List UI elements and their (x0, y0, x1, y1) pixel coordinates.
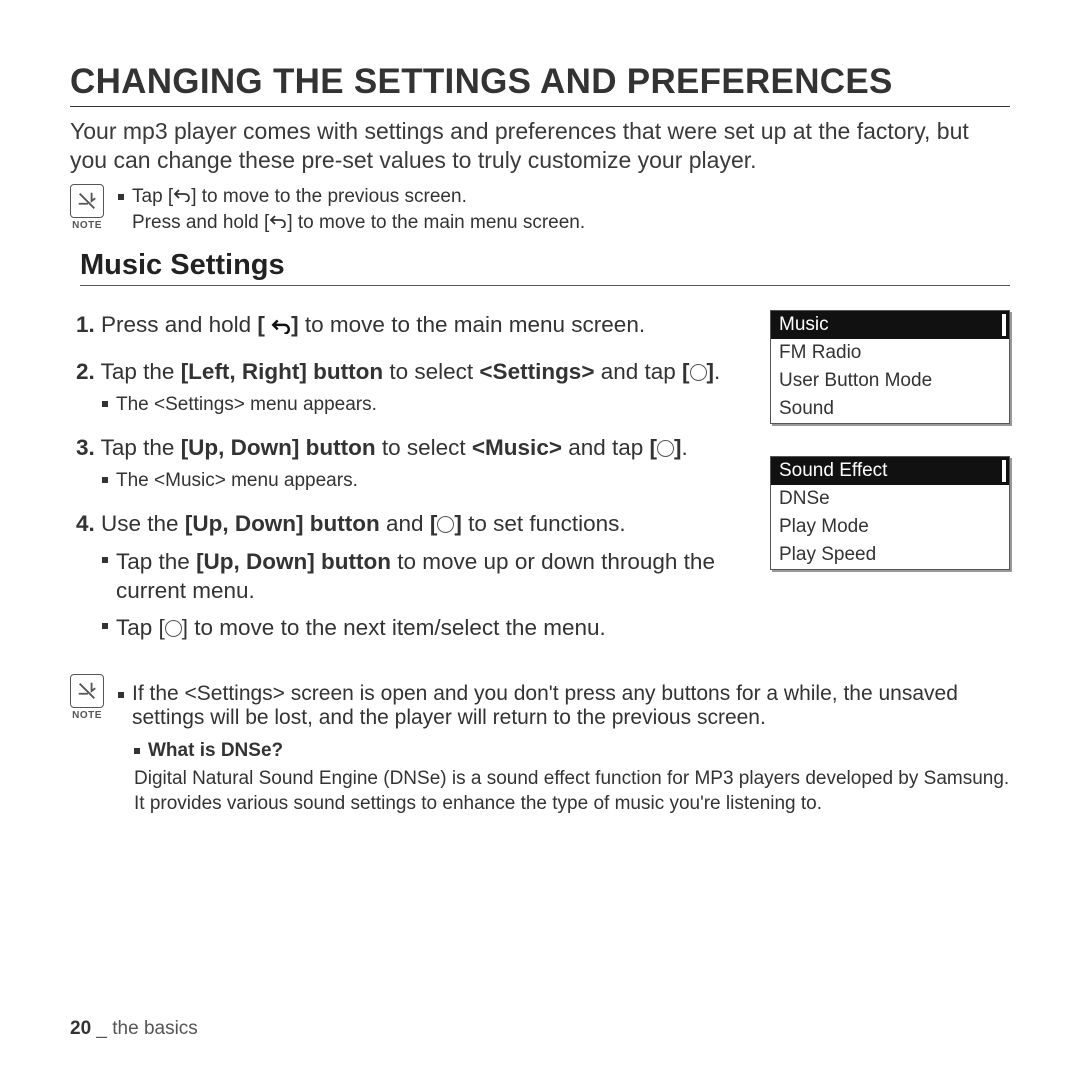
menu-item-dnse: DNSe (771, 485, 1009, 513)
text: Tap the (101, 435, 181, 460)
step-1: 1. Press and hold [ ] to move to the mai… (76, 310, 752, 341)
step-2-sub: The <Settings> menu appears. (102, 393, 752, 418)
step-4: 4. Use the [Up, Down] button and [] to s… (76, 509, 752, 642)
step-4-sub-2: Tap [ ] to move to the next item/select t… (102, 613, 752, 642)
note-badge: NOTE (70, 674, 104, 721)
text: ] (674, 435, 682, 460)
text: Use the (101, 511, 185, 536)
text: Press and hold (101, 312, 257, 337)
menu-item-play-mode: Play Mode (771, 513, 1009, 541)
page-title: CHANGING THE SETTINGS AND PREFERENCES (70, 62, 1010, 107)
bullet-icon (102, 623, 108, 629)
bottom-note: NOTE If the <Settings> screen is open an… (70, 674, 1010, 816)
menu-item-user-button-mode: User Button Mode (771, 367, 1009, 395)
bullet-icon (118, 194, 124, 200)
text: and tap (562, 435, 650, 460)
text: [Left, Right] button (181, 359, 383, 384)
text: If the <Settings> screen is open and you… (132, 682, 1010, 730)
text: ] (454, 511, 462, 536)
text: What is DNSe? (148, 740, 283, 762)
text: to move to the main menu screen. (299, 312, 645, 337)
text: Tap [ (132, 184, 173, 210)
text: Tap the (101, 359, 181, 384)
text: . (682, 435, 688, 460)
select-button-icon (690, 364, 707, 381)
text: [Up, Down] button (196, 549, 391, 574)
page-number: 20 (70, 1018, 91, 1039)
step-3-sub: The <Music> menu appears. (102, 469, 752, 494)
text: [Up, Down] button (185, 511, 380, 536)
dnse-answer: Digital Natural Sound Engine (DNSe) is a… (134, 766, 1010, 816)
menu-item-play-speed: Play Speed (771, 541, 1009, 569)
text: The <Music> menu appears. (116, 469, 358, 494)
note-icon (70, 184, 104, 218)
note-icon (70, 674, 104, 708)
select-button-icon (165, 620, 182, 637)
bullet-icon (102, 477, 108, 483)
select-button-icon (437, 516, 454, 533)
bullet-icon (118, 692, 124, 698)
top-note-line-2: Press and hold [ ] to move to the main m… (132, 210, 585, 236)
text: to set functions. (462, 511, 626, 536)
step-number: 3. (76, 435, 95, 460)
text: . (714, 359, 720, 384)
step-2: 2. Tap the [Left, Right] button to selec… (76, 357, 752, 417)
menu-item-sound-effect: Sound Effect (771, 457, 1009, 485)
text: ] to move to the next item/select the me… (182, 615, 606, 640)
note-label: NOTE (72, 220, 102, 231)
back-icon (271, 312, 291, 341)
text: _ (91, 1018, 112, 1039)
text: [ (430, 511, 438, 536)
text: Tap [ (116, 615, 165, 640)
select-button-icon (657, 440, 674, 457)
text: Tap the (116, 549, 196, 574)
step-4-sub-1: Tap the [Up, Down] button to move up or … (102, 547, 752, 606)
text: ] (707, 359, 715, 384)
text: ] (291, 312, 299, 337)
note-label: NOTE (72, 710, 102, 721)
subheading-music-settings: Music Settings (80, 249, 1010, 286)
back-icon (269, 210, 287, 236)
device-screen-settings: Music FM Radio User Button Mode Sound (770, 310, 1010, 424)
text: [ (682, 359, 690, 384)
text: to select (383, 359, 479, 384)
device-screen-music: Sound Effect DNSe Play Mode Play Speed (770, 456, 1010, 570)
intro-paragraph: Your mp3 player comes with settings and … (70, 117, 1010, 176)
text: ] to move to the main menu screen. (287, 210, 585, 236)
page-footer: 20 _ the basics (70, 1018, 198, 1040)
text: ] to move to the previous screen. (191, 184, 467, 210)
dnse-question: What is DNSe? (134, 740, 1010, 762)
note-badge: NOTE (70, 184, 104, 231)
bullet-icon (134, 748, 140, 754)
top-note-line-1: Tap [ ] to move to the previous screen. (118, 184, 585, 210)
step-number: 2. (76, 359, 95, 384)
step-number: 4. (76, 511, 95, 536)
text: and (380, 511, 430, 536)
bottom-note-text: If the <Settings> screen is open and you… (118, 682, 1010, 730)
text: <Music> (472, 435, 562, 460)
text: to select (376, 435, 472, 460)
bullet-icon (102, 557, 108, 563)
menu-item-fm-radio: FM Radio (771, 339, 1009, 367)
bullet-icon (102, 401, 108, 407)
text: <Settings> (479, 359, 594, 384)
text: [Up, Down] button (181, 435, 376, 460)
menu-item-sound: Sound (771, 395, 1009, 423)
step-3: 3. Tap the [Up, Down] button to select <… (76, 433, 752, 493)
menu-item-music: Music (771, 311, 1009, 339)
top-note: NOTE Tap [ ] to move to the previous scr… (70, 184, 1010, 235)
text: and tap (594, 359, 682, 384)
text: The <Settings> menu appears. (116, 393, 377, 418)
text: Press and hold [ (132, 210, 269, 236)
section-name: the basics (112, 1018, 198, 1039)
back-icon (173, 184, 191, 210)
step-number: 1. (76, 312, 95, 337)
text: [ (257, 312, 265, 337)
text: [ (650, 435, 658, 460)
